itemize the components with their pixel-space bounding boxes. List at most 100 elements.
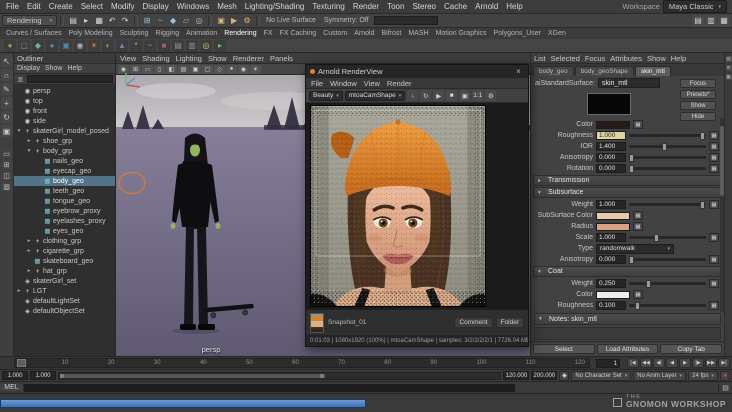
renderview-toolbar-icon[interactable]: ↓ (407, 90, 419, 101)
filter-icon[interactable]: ▥ (16, 75, 25, 84)
renderview-toolbar-icon[interactable]: ■ (446, 90, 458, 101)
side-button[interactable]: Presets* (680, 90, 716, 99)
shelf-icon[interactable]: ◎ (200, 39, 212, 52)
outliner-item[interactable]: ▦ tongue_geo (14, 196, 115, 206)
slider-handle[interactable] (628, 153, 634, 162)
layout-icon[interactable]: ▥ (0, 182, 13, 191)
shelf-tab[interactable]: Animation (186, 30, 217, 37)
expand-arrow-icon[interactable]: ▾ (16, 128, 22, 134)
shelf-tab[interactable]: Rendering (224, 30, 256, 37)
map-texture-icon[interactable]: ▦ (709, 164, 719, 173)
shelf-tab[interactable]: MASH (408, 30, 428, 37)
map-texture-icon[interactable]: ▦ (709, 279, 719, 288)
outliner-item[interactable]: ▸ + cigarette_grp (14, 246, 115, 256)
renderview-toolbar-icon[interactable]: ↻ (420, 90, 432, 101)
shelf-icon[interactable]: ● (46, 39, 58, 52)
slider-handle[interactable] (634, 301, 640, 310)
footer-button[interactable]: Copy Tab (660, 344, 723, 354)
playback-button[interactable]: ▶| (718, 358, 730, 368)
playback-button[interactable]: ▶ (679, 358, 691, 368)
playback-end-field[interactable]: 120.000 (503, 371, 530, 380)
shelf-tab[interactable]: FX (264, 30, 273, 37)
character-set-dropdown[interactable]: No Character Set (571, 370, 632, 381)
no-live-surface-label[interactable]: No Live Surface (263, 17, 319, 24)
menu-item[interactable]: Arnold (471, 2, 502, 11)
dock-tab-icon[interactable]: ▤ (725, 56, 732, 62)
notes-text-area[interactable] (534, 327, 721, 340)
outliner-menu-item[interactable]: Help (67, 65, 81, 72)
slider-handle[interactable] (628, 255, 634, 264)
attribute-editor-menu-item[interactable]: List (534, 54, 546, 63)
shelf-tab[interactable]: XGen (548, 30, 566, 37)
expand-arrow-icon[interactable]: ▸ (16, 288, 22, 294)
shelf-icon[interactable]: ▤ (172, 39, 184, 52)
status-divider[interactable] (256, 15, 261, 26)
menu-item[interactable]: Help (502, 2, 526, 11)
shelf-icon[interactable]: ▣ (60, 39, 72, 52)
sidebar-toggle-icon[interactable]: ▥ (705, 14, 717, 27)
value-field[interactable]: 1.000 (596, 200, 626, 209)
shelf-tab[interactable]: Arnold (354, 30, 374, 37)
expand-arrow-icon[interactable]: ▾ (26, 148, 32, 154)
shelf-tab[interactable]: Sculpting (120, 30, 149, 37)
shelf-icon[interactable]: ▸ (214, 39, 226, 52)
folder-button[interactable]: Folder (495, 317, 524, 328)
close-icon[interactable]: × (513, 67, 524, 76)
slider-handle[interactable] (653, 233, 659, 242)
value-field[interactable]: 0.000 (596, 255, 626, 264)
anim-layer-dropdown[interactable]: No Anim Layer (633, 370, 687, 381)
menu-item[interactable]: Create (45, 2, 77, 11)
map-texture-icon[interactable]: ▦ (633, 120, 643, 129)
outliner-item[interactable]: ▦ teeth_geo (14, 186, 115, 196)
outliner-item[interactable]: ▦ eyes_geo (14, 226, 115, 236)
section-arrow-icon[interactable]: ▾ (538, 190, 544, 196)
status-icon[interactable]: ▶ (228, 15, 240, 27)
color-swatch[interactable] (596, 120, 630, 129)
outliner-item[interactable]: ▦ nails_geo (14, 156, 115, 166)
playback-button[interactable]: ◀◀ (640, 358, 652, 368)
range-handle-left[interactable] (60, 373, 64, 378)
attribute-editor-menu-item[interactable]: Focus (585, 54, 605, 63)
shelf-icon[interactable]: ☀ (88, 39, 100, 52)
status-icon[interactable]: ~ (154, 15, 166, 27)
tool-icon[interactable]: + (0, 97, 13, 109)
shelf-icon[interactable]: ◆ (32, 39, 44, 52)
sidebar-toggle-icon[interactable]: ▤ (692, 14, 704, 27)
slider-track[interactable] (629, 142, 706, 151)
shelf-tab[interactable]: Curves / Surfaces (6, 30, 62, 37)
map-texture-icon[interactable]: ▦ (709, 233, 719, 242)
slider-track[interactable] (629, 233, 706, 242)
shelf-tab[interactable]: Custom (323, 30, 347, 37)
footer-button[interactable]: Select (533, 344, 595, 354)
value-field[interactable]: 0.100 (596, 301, 626, 310)
viewport-menu-item[interactable]: Show (208, 54, 227, 63)
shelf-icon[interactable]: ▢ (18, 39, 30, 52)
shelf-icon[interactable]: ▥ (186, 39, 198, 52)
renderview-toolbar-icon[interactable]: ⚙ (485, 90, 497, 101)
map-texture-icon[interactable]: ▦ (709, 142, 719, 151)
playback-start-field[interactable]: 1.000 (30, 371, 56, 380)
value-field[interactable]: 1.400 (596, 142, 626, 151)
expand-arrow-icon[interactable]: ▸ (26, 248, 32, 254)
renderview-menu-item[interactable]: Render (387, 79, 412, 88)
viewport-menu-item[interactable]: Lighting (176, 54, 202, 63)
shelf-tab[interactable]: Polygons_User (494, 30, 541, 37)
map-texture-icon[interactable]: ▦ (633, 290, 643, 299)
playback-button[interactable]: ◀ (666, 358, 678, 368)
map-texture-icon[interactable]: ▦ (709, 131, 719, 140)
slider-handle[interactable] (628, 164, 634, 173)
layout-icon[interactable]: ▭ (0, 149, 13, 158)
outliner-item[interactable]: ▦ eyebrow_proxy (14, 206, 115, 216)
shelf-tab[interactable]: Motion Graphics (436, 30, 487, 37)
slider-track[interactable] (628, 153, 706, 162)
shelf-icon[interactable]: * (130, 39, 142, 52)
command-input[interactable] (24, 383, 515, 392)
status-icon[interactable]: ▱ (180, 15, 192, 27)
status-icon[interactable]: ▤ (67, 15, 79, 27)
map-texture-icon[interactable]: ▦ (709, 200, 719, 209)
menu-item[interactable]: Display (139, 2, 173, 11)
status-icon[interactable]: ◆ (167, 15, 179, 27)
outliner-menu-item[interactable]: Display (17, 65, 40, 72)
expand-arrow-icon[interactable]: ▸ (26, 138, 32, 144)
current-frame-marker[interactable] (17, 359, 26, 367)
